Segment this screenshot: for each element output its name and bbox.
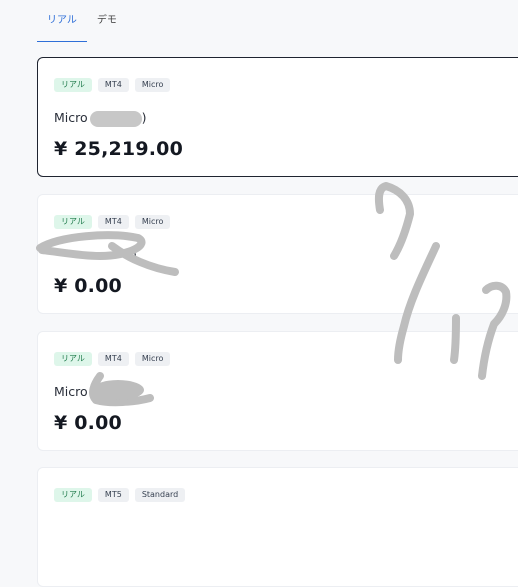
tab-demo[interactable]: デモ (87, 0, 127, 42)
account-badges: リアル MT4 Micro (54, 215, 171, 229)
account-card-3[interactable]: リアル MT4 Micro Micro ¥ 0.00 (37, 331, 518, 451)
account-card-2[interactable]: リアル MT4 Micro ) ¥ 0.00 (37, 194, 518, 314)
redaction-mark (89, 110, 142, 127)
account-name: Micro) (54, 110, 147, 127)
badge-platform: MT5 (97, 488, 129, 502)
account-card-1[interactable]: リアル MT4 Micro Micro) ¥ 25,219.00 (37, 57, 518, 177)
account-name-prefix: Micro (54, 110, 88, 125)
badge-account-type: リアル (54, 78, 92, 92)
tab-real[interactable]: リアル (37, 0, 87, 42)
account-balance: ¥ 0.00 (54, 275, 122, 297)
account-name-suffix: ) (141, 110, 147, 125)
account-name: Micro (54, 384, 88, 399)
account-card-4[interactable]: リアル MT5 Standard (37, 467, 518, 587)
badge-account-type: リアル (54, 488, 92, 502)
badge-account-class: Micro (134, 352, 171, 366)
badge-account-class: Standard (134, 488, 186, 502)
account-badges: リアル MT5 Standard (54, 488, 186, 502)
account-badges: リアル MT4 Micro (54, 78, 171, 92)
badge-platform: MT4 (97, 78, 129, 92)
badge-account-type: リアル (54, 352, 92, 366)
badge-account-class: Micro (134, 215, 171, 229)
account-badges: リアル MT4 Micro (54, 352, 171, 366)
account-balance: ¥ 25,219.00 (54, 138, 184, 160)
badge-account-class: Micro (134, 78, 171, 92)
account-name-suffix: ) (132, 247, 137, 262)
badge-account-type: リアル (54, 215, 92, 229)
badge-platform: MT4 (97, 352, 129, 366)
account-name-prefix: Micro (54, 384, 88, 399)
badge-platform: MT4 (97, 215, 129, 229)
account-type-tabs: リアル デモ (37, 0, 127, 42)
account-name: ) (54, 247, 137, 262)
account-balance: ¥ 0.00 (54, 412, 122, 434)
